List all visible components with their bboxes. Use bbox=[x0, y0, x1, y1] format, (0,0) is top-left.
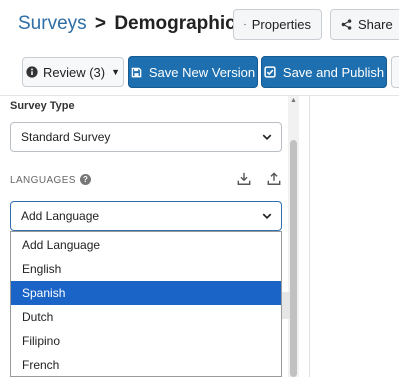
language-options-list: Add Language English Spanish Dutch Filip… bbox=[10, 231, 282, 377]
toolbar: Review (3) ▼ Save New Version Save and P… bbox=[0, 50, 399, 96]
page-header: Surveys > Demographics Properties Share bbox=[0, 0, 399, 50]
survey-type-value: Standard Survey bbox=[21, 130, 111, 144]
share-icon bbox=[341, 19, 352, 30]
breadcrumb-surveys-link[interactable]: Surveys bbox=[18, 13, 87, 34]
scroll-up-arrow-icon[interactable]: ▲ bbox=[290, 97, 297, 104]
language-option-english[interactable]: English bbox=[11, 257, 281, 281]
review-dropdown-button[interactable]: Review (3) ▼ bbox=[22, 57, 124, 87]
language-option-add-language[interactable]: Add Language bbox=[11, 232, 281, 257]
save-and-publish-label: Save and Publish bbox=[282, 64, 385, 80]
survey-type-select[interactable]: Standard Survey bbox=[10, 122, 282, 152]
review-label: Review (3) bbox=[42, 64, 106, 80]
chevron-down-icon bbox=[262, 134, 272, 141]
survey-type-label: Survey Type bbox=[10, 100, 75, 112]
gear-icon bbox=[244, 23, 246, 26]
properties-label: Properties bbox=[251, 17, 311, 32]
save-and-publish-button[interactable]: Save and Publish bbox=[261, 56, 387, 88]
chevron-down-icon bbox=[262, 213, 272, 220]
download-icon[interactable] bbox=[237, 172, 251, 186]
save-icon bbox=[131, 67, 142, 77]
share-label: Share bbox=[358, 17, 393, 32]
check-square-icon bbox=[264, 66, 276, 78]
panel-divider bbox=[309, 96, 310, 377]
background-row bbox=[282, 292, 290, 319]
add-language-value: Add Language bbox=[21, 209, 100, 223]
save-new-version-button[interactable]: Save New Version bbox=[128, 56, 258, 88]
language-option-spanish[interactable]: Spanish bbox=[11, 281, 281, 305]
breadcrumb-separator: > bbox=[94, 13, 107, 34]
language-option-filipino[interactable]: Filipino bbox=[11, 329, 281, 353]
panel-scrollbar-thumb[interactable] bbox=[290, 140, 297, 377]
languages-label: LANGUAGES bbox=[10, 175, 76, 186]
breadcrumb: Surveys > Demographics bbox=[18, 12, 246, 36]
share-button[interactable]: Share bbox=[330, 9, 399, 40]
help-icon[interactable]: ? bbox=[80, 174, 91, 185]
info-icon bbox=[26, 66, 38, 78]
language-option-french[interactable]: French bbox=[11, 353, 281, 376]
add-language-select[interactable]: Add Language bbox=[10, 201, 282, 231]
upload-icon[interactable] bbox=[267, 172, 281, 186]
overflow-button[interactable] bbox=[391, 56, 399, 88]
language-option-dutch[interactable]: Dutch bbox=[11, 305, 281, 329]
save-new-version-label: Save New Version bbox=[148, 64, 256, 80]
caret-down-icon: ▼ bbox=[111, 67, 121, 77]
page-title: Demographics bbox=[114, 13, 247, 34]
properties-button[interactable]: Properties bbox=[233, 9, 322, 40]
